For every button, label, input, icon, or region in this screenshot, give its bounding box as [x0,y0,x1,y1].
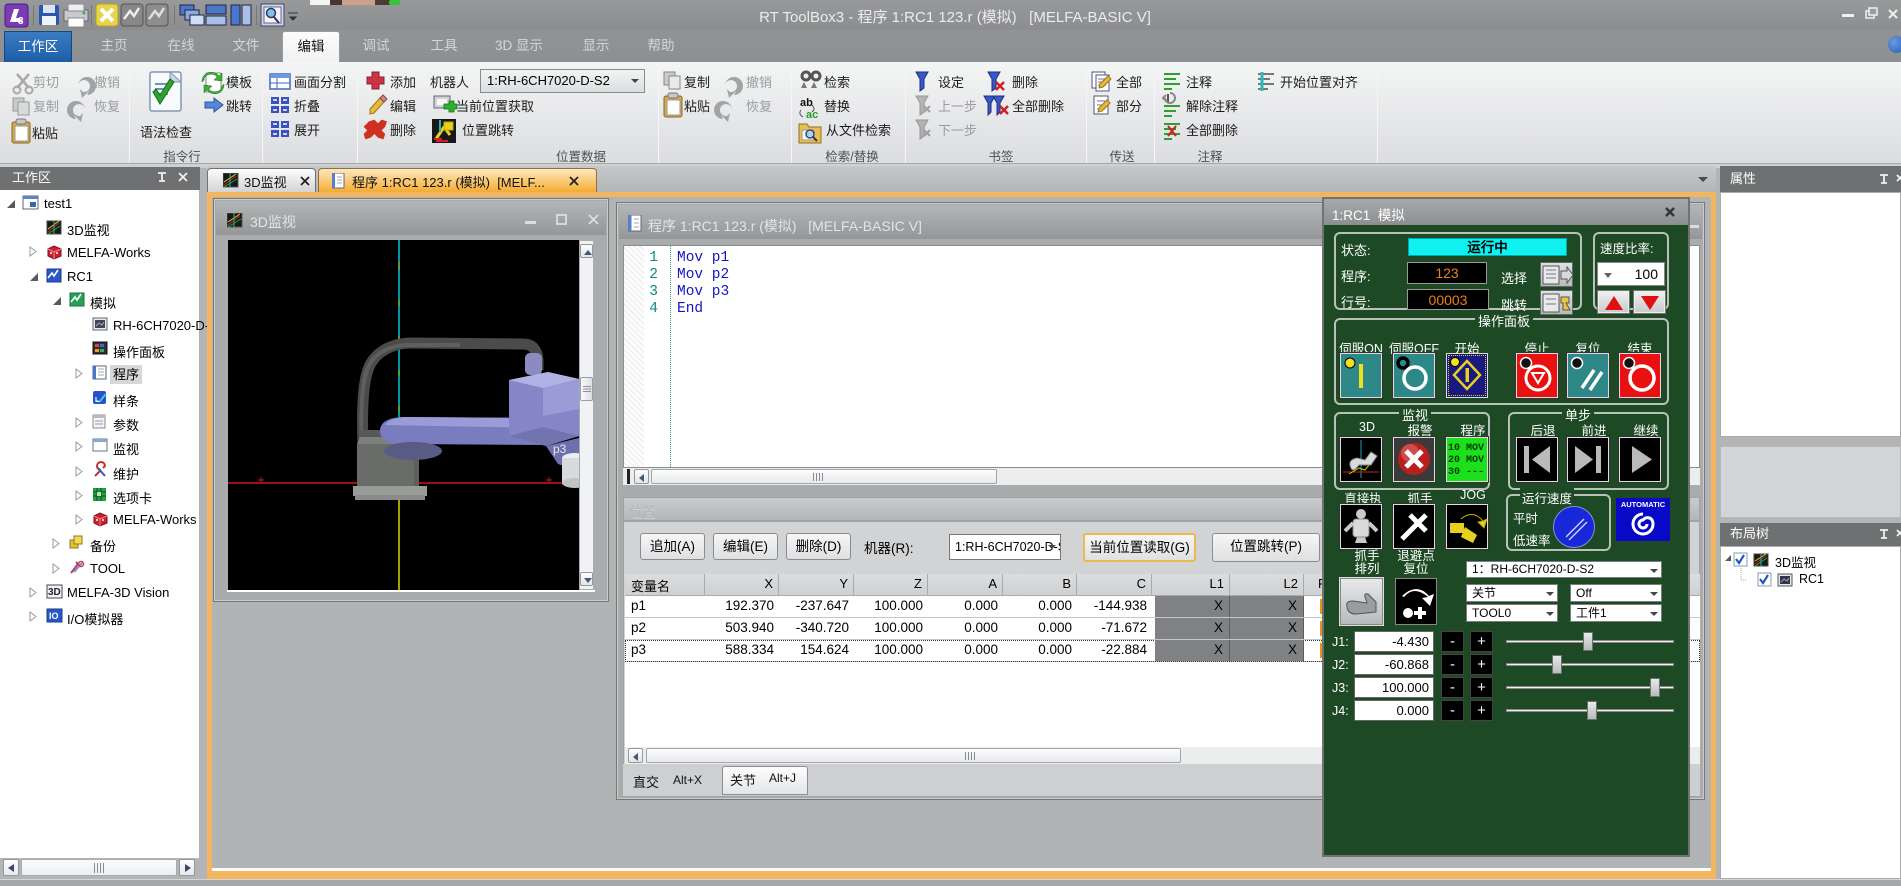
svg-text:IO: IO [49,611,59,621]
svg-text:3D: 3D [48,587,61,598]
svg-text:L: L [95,397,100,404]
svg-text:3: 3 [18,16,24,27]
svg-text:20 MOV: 20 MOV [1448,455,1484,466]
svg-text:p3: p3 [553,442,567,456]
svg-text:ac: ac [806,109,818,121]
svg-text:ab: ab [800,97,813,109]
svg-text:30 ---: 30 --- [1448,467,1484,478]
svg-text:10 MOV: 10 MOV [1448,443,1484,454]
